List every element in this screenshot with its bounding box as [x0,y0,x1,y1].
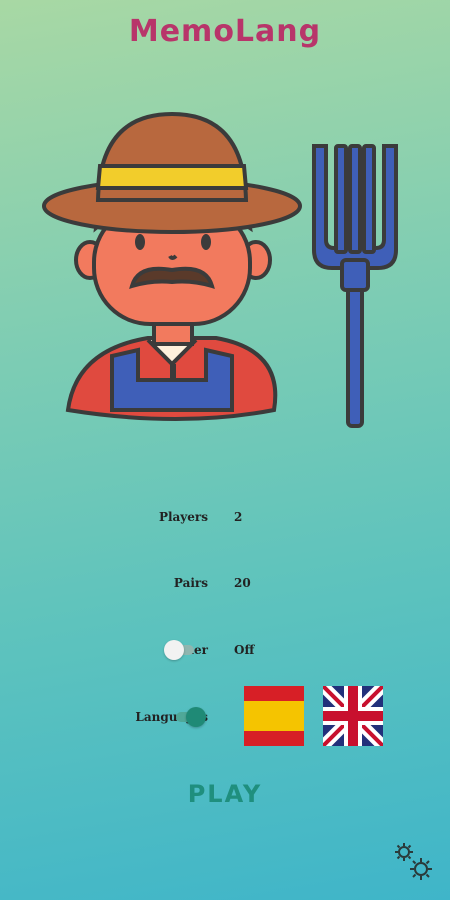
farmer-body [65,336,278,421]
languages-toggle-thumb [186,707,206,727]
timer-toggle[interactable] [164,640,196,660]
uk-flag[interactable] [323,686,383,746]
languages-toggle[interactable] [176,707,206,727]
timer-toggle-thumb [164,640,184,660]
pairs-value[interactable]: 20 [234,576,251,590]
players-label: Players [158,510,208,524]
pairs-row[interactable]: Pairs 20 [0,569,450,599]
play-button[interactable]: PLAY [0,780,450,808]
gears-icon[interactable] [390,840,436,884]
timer-row: Timer Off [0,636,450,666]
timer-value: Off [234,643,255,657]
app-title: MemoLang [128,14,322,49]
straw-hat [42,111,302,234]
pitchfork-icon [312,144,398,428]
pairs-label: Pairs [173,576,208,590]
farmer-illustration [42,111,398,428]
players-value[interactable]: 2 [234,510,242,524]
players-row[interactable]: Players 2 [0,503,450,533]
spain-flag[interactable] [244,686,304,746]
